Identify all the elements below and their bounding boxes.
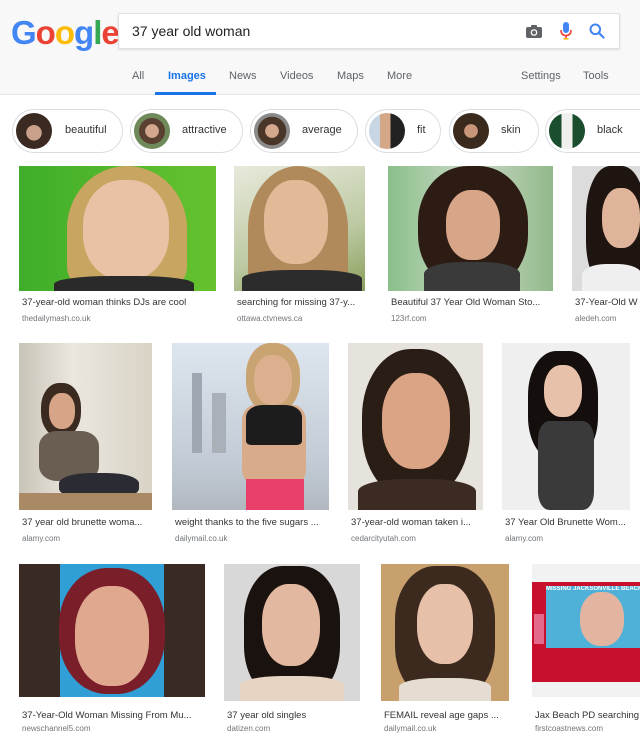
tab-tools[interactable]: Tools — [583, 70, 609, 82]
active-tab-indicator — [155, 92, 216, 95]
tab-news[interactable]: News — [229, 70, 257, 82]
image-result[interactable]: Beautiful 37 Year Old Woman Sto... 123rf… — [388, 166, 554, 326]
tab-videos[interactable]: Videos — [280, 70, 313, 82]
result-thumbnail[interactable] — [381, 564, 509, 701]
image-result[interactable]: 37 year old brunette woma... alamy.com — [19, 343, 153, 543]
search-tabs: All Images News Videos Maps More Setting… — [0, 66, 640, 95]
chip-black[interactable]: black — [545, 109, 640, 153]
logo-letter: g — [74, 14, 94, 51]
chip-label: fit — [417, 124, 426, 136]
result-thumbnail[interactable] — [388, 166, 553, 291]
result-caption: 37 Year Old Brunette Wom... — [505, 517, 626, 528]
logo-letter: o — [54, 14, 75, 51]
logo-letter: G — [11, 14, 37, 51]
result-caption: FEMAIL reveal age gaps ... — [384, 710, 499, 721]
image-result[interactable]: MISSING JACKSONVILLE BEACH WOM Jax Beach… — [532, 564, 640, 735]
chip-thumbnail — [254, 113, 290, 149]
header: Google 37 year old woman All Images News… — [0, 0, 640, 95]
search-input[interactable]: 37 year old woman — [132, 23, 250, 39]
search-box[interactable]: 37 year old woman — [118, 13, 620, 49]
image-result[interactable]: FEMAIL reveal age gaps ... dailymail.co.… — [381, 564, 509, 735]
chip-thumbnail — [134, 113, 170, 149]
chip-label: black — [597, 124, 623, 136]
image-result[interactable]: weight thanks to the five sugars ... dai… — [172, 343, 330, 543]
camera-icon[interactable] — [523, 20, 545, 42]
result-caption: 37-Year-Old Woman Missing From Mu... — [22, 710, 192, 721]
chip-thumbnail — [549, 113, 585, 149]
tab-all[interactable]: All — [132, 70, 144, 82]
tab-more[interactable]: More — [387, 70, 412, 82]
image-result[interactable]: 37 year old singles datizen.com — [224, 564, 361, 735]
result-source: thedailymash.co.uk — [22, 314, 91, 323]
result-thumbnail[interactable] — [234, 166, 365, 291]
microphone-icon[interactable] — [555, 20, 577, 42]
chip-thumbnail — [453, 113, 489, 149]
result-source: 123rf.com — [391, 314, 427, 323]
result-caption: Jax Beach PD searching — [535, 710, 640, 721]
result-source: aledeh.com — [575, 314, 617, 323]
result-source: datizen.com — [227, 724, 271, 733]
image-result[interactable]: 37 Year Old Brunette Wom... alamy.com — [502, 343, 640, 543]
news-banner-text: MISSING JACKSONVILLE BEACH WOM — [546, 586, 640, 592]
result-thumbnail[interactable] — [19, 166, 216, 291]
chip-skin[interactable]: skin — [449, 109, 539, 153]
chip-attractive[interactable]: attractive — [130, 109, 243, 153]
image-result[interactable]: 37-Year-Old W aledeh.com — [572, 166, 640, 326]
result-thumbnail[interactable] — [348, 343, 483, 510]
tab-settings[interactable]: Settings — [521, 70, 561, 82]
result-caption: 37 year old brunette woma... — [22, 517, 143, 528]
logo-letter: o — [35, 14, 56, 51]
result-thumbnail[interactable] — [19, 343, 152, 510]
result-thumbnail[interactable] — [502, 343, 630, 510]
result-caption: 37-Year-Old W — [575, 297, 638, 308]
result-thumbnail[interactable]: MISSING JACKSONVILLE BEACH WOM — [532, 564, 640, 697]
logo-letter: l — [93, 14, 102, 51]
result-source: alamy.com — [505, 534, 544, 543]
chip-average[interactable]: average — [250, 109, 358, 153]
image-result[interactable]: 37-Year-Old Woman Missing From Mu... new… — [19, 564, 206, 735]
tab-images[interactable]: Images — [168, 70, 206, 82]
result-caption: searching for missing 37-y... — [237, 297, 356, 308]
result-source: dailymail.co.uk — [175, 534, 228, 543]
logo-letter: e — [101, 14, 119, 51]
chip-label: attractive — [182, 124, 227, 136]
result-thumbnail[interactable] — [224, 564, 360, 701]
chip-fit[interactable]: fit — [365, 109, 441, 153]
result-source: alamy.com — [22, 534, 61, 543]
image-result[interactable]: 37-year-old woman thinks DJs are cool th… — [19, 166, 217, 326]
result-thumbnail[interactable] — [19, 564, 205, 697]
result-caption: Beautiful 37 Year Old Woman Sto... — [391, 297, 541, 308]
chip-thumbnail — [369, 113, 405, 149]
chip-label: skin — [501, 124, 521, 136]
result-caption: 37 year old singles — [227, 710, 307, 721]
chip-beautiful[interactable]: beautiful — [12, 109, 123, 153]
tab-maps[interactable]: Maps — [337, 70, 364, 82]
chip-label: average — [302, 124, 342, 136]
search-icon[interactable] — [586, 20, 608, 42]
result-source: cedarcityutah.com — [351, 534, 416, 543]
google-logo[interactable]: Google — [11, 14, 120, 52]
image-result[interactable]: searching for missing 37-y... ottawa.ctv… — [234, 166, 367, 326]
chip-label: beautiful — [65, 124, 107, 136]
result-caption: weight thanks to the five sugars ... — [175, 517, 319, 528]
result-thumbnail[interactable] — [172, 343, 329, 510]
related-search-chips: beautiful attractive average fit skin bl… — [0, 104, 640, 156]
result-thumbnail[interactable] — [572, 166, 640, 291]
chip-thumbnail — [16, 113, 52, 149]
image-result[interactable]: 37-year-old woman taken i... cedarcityut… — [348, 343, 484, 543]
result-source: firstcoastnews.com — [535, 724, 604, 733]
result-caption: 37-year-old woman thinks DJs are cool — [22, 297, 187, 308]
result-source: dailymail.co.uk — [384, 724, 437, 733]
result-source: ottawa.ctvnews.ca — [237, 314, 303, 323]
result-caption: 37-year-old woman taken i... — [351, 517, 471, 528]
result-source: newschannel5.com — [22, 724, 91, 733]
